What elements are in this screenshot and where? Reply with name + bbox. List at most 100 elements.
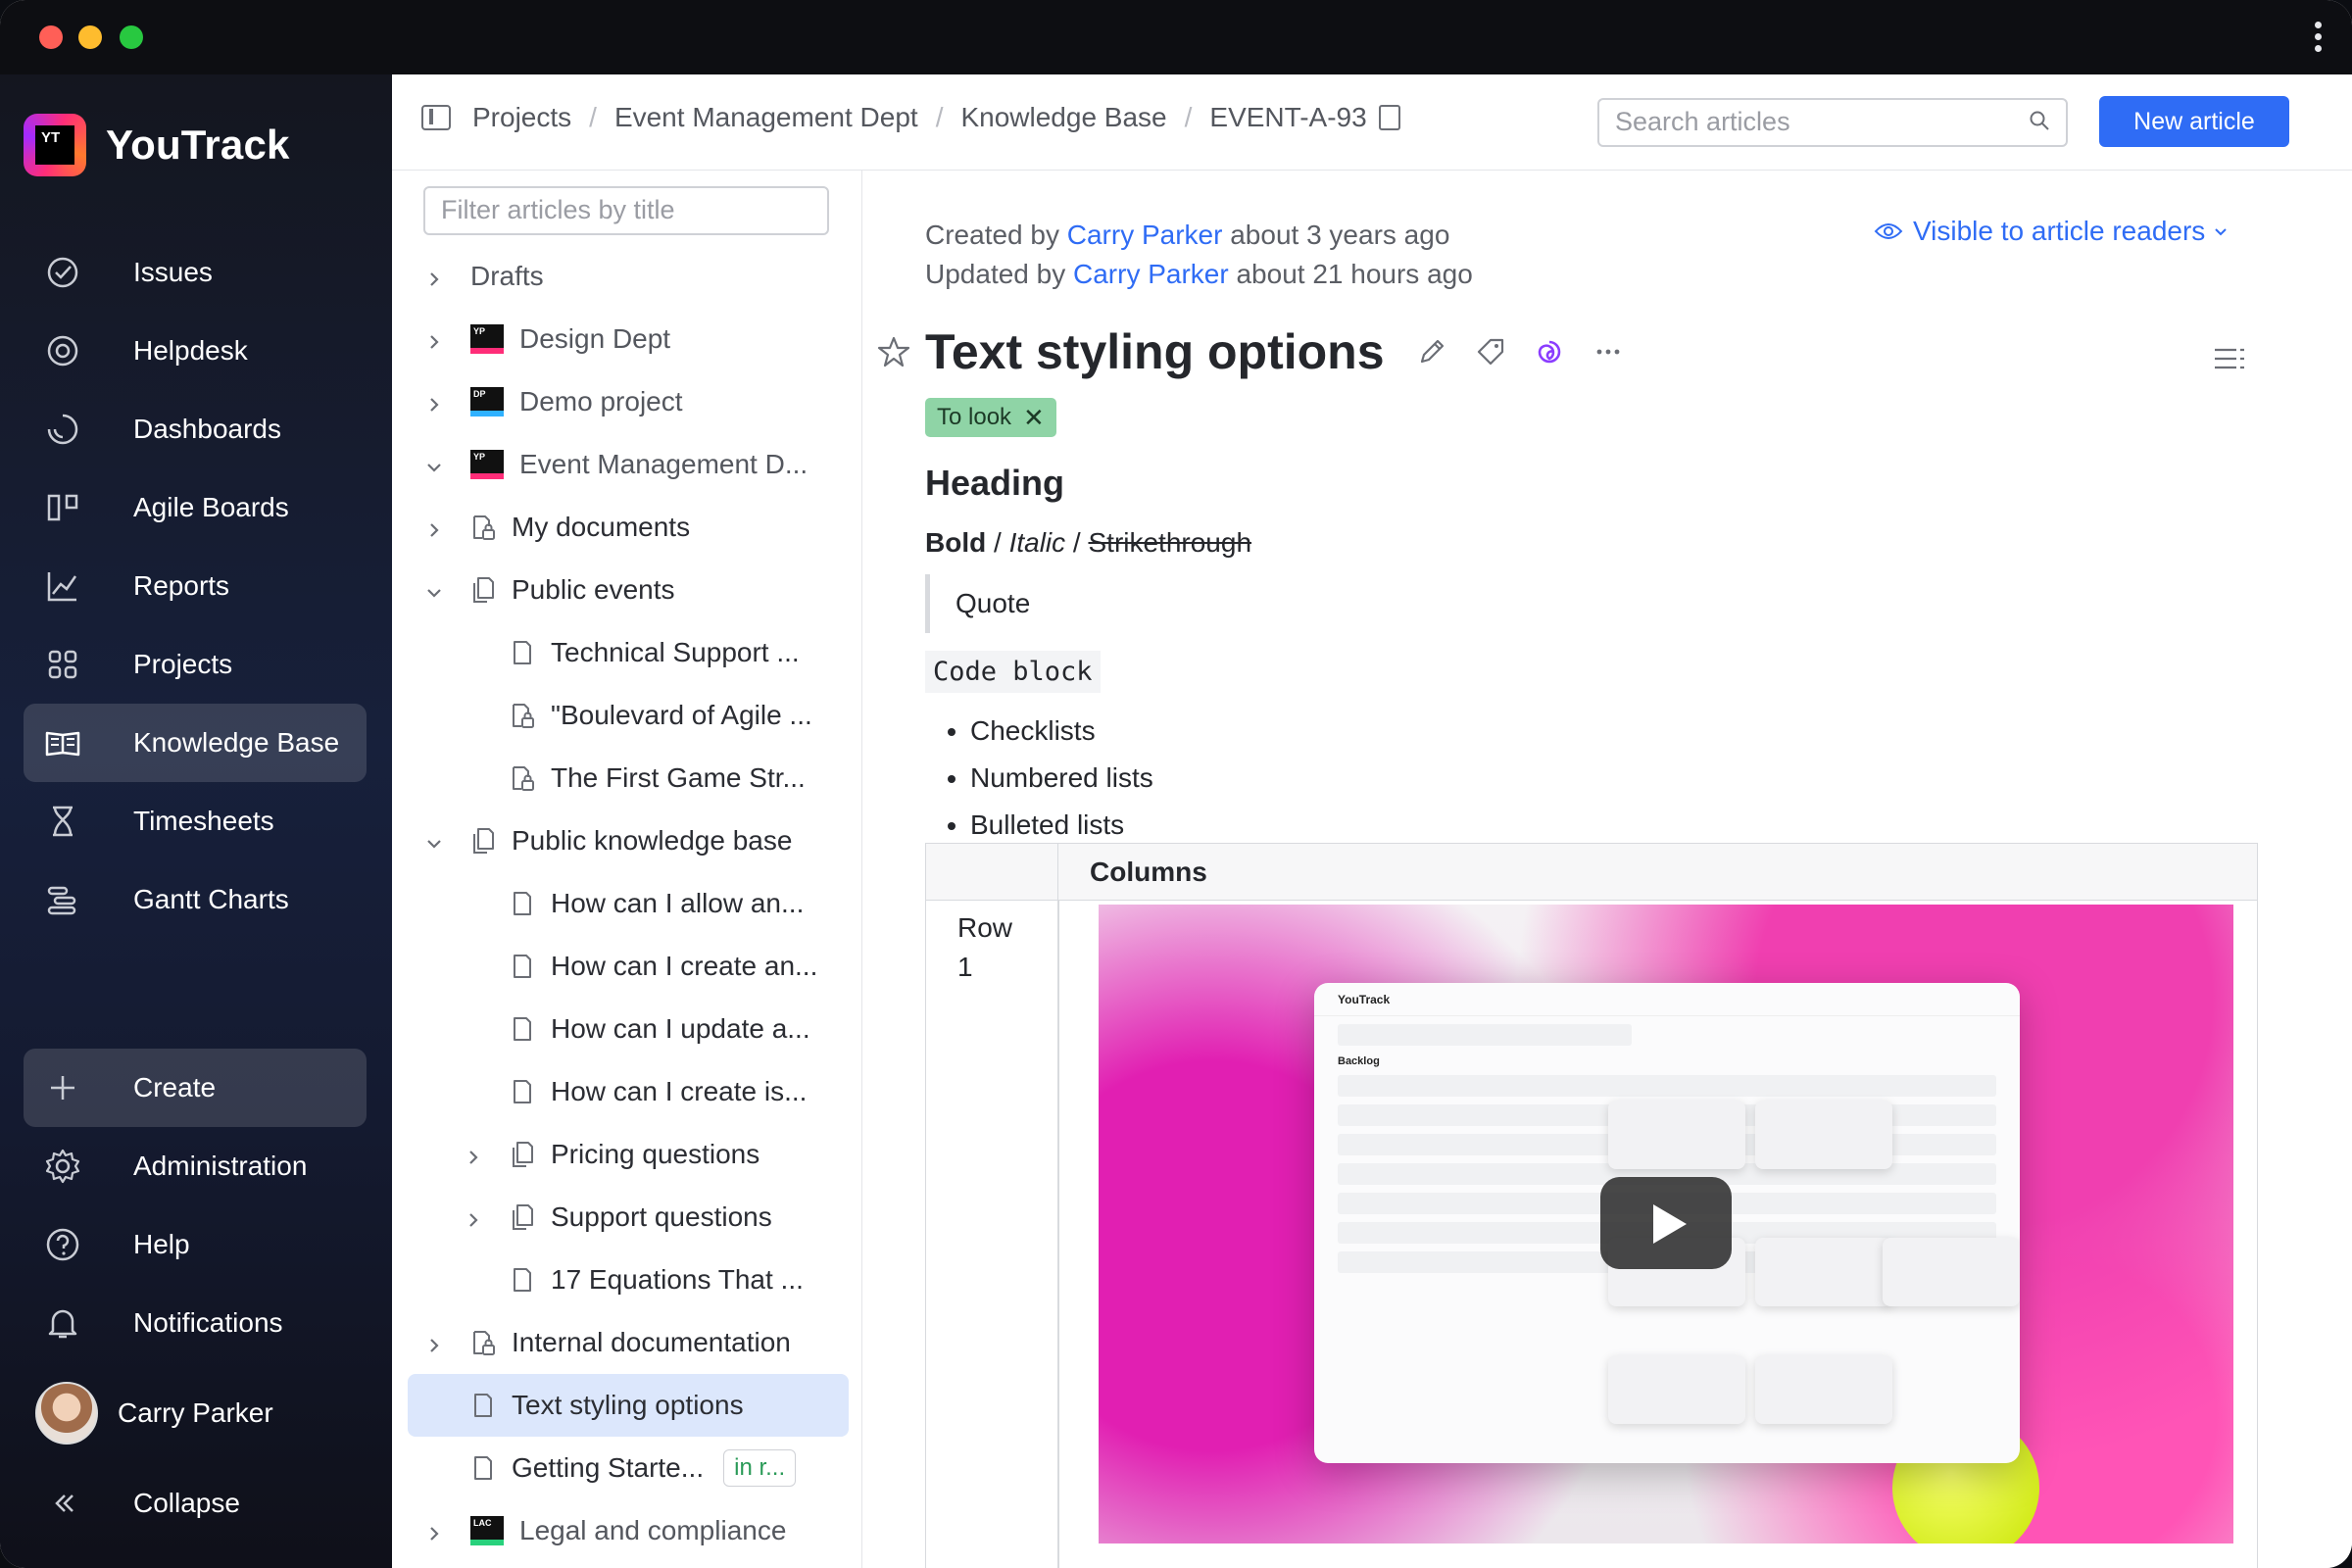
blockquote: Quote: [925, 574, 1030, 633]
window-menu-icon[interactable]: [2313, 22, 2323, 55]
search-input[interactable]: Search articles: [1597, 98, 2068, 147]
tag-chip[interactable]: To look ✕: [925, 398, 1056, 437]
content-table: Columns Row 1 YouTrack Backlog: [925, 843, 2258, 1568]
close-window-button[interactable]: [39, 25, 63, 49]
copy-icon[interactable]: [1378, 105, 1400, 130]
document-icon: [470, 1453, 496, 1483]
tree-item[interactable]: Public events: [408, 559, 849, 621]
filter-placeholder: Filter articles by title: [441, 195, 675, 224]
table-header-cell: Columns: [1057, 844, 1207, 901]
tag-icon[interactable]: [1473, 334, 1508, 369]
chevron-down-icon[interactable]: [423, 454, 445, 475]
sidebar-item-label: Administration: [133, 1151, 308, 1181]
tree-item-label: The First Game Str...: [551, 762, 806, 793]
updated-when: about 21 hours ago: [1236, 259, 1473, 289]
tree-item[interactable]: Technical Support ...: [408, 621, 849, 684]
italic-text: Italic: [1008, 527, 1066, 558]
search-icon: [2030, 111, 2049, 130]
breadcrumb-projects[interactable]: Projects: [472, 102, 571, 133]
sidebar-item-helpdesk[interactable]: Helpdesk: [24, 312, 367, 390]
tree-item[interactable]: Public knowledge base: [408, 809, 849, 872]
chevron-right-icon[interactable]: [423, 516, 445, 538]
toggle-panel-icon[interactable]: [421, 105, 451, 130]
project-icon: DP: [470, 387, 504, 416]
project-icon: LAC: [470, 1516, 504, 1545]
edit-icon[interactable]: [1414, 334, 1449, 369]
sidebar-item-reports[interactable]: Reports: [24, 547, 367, 625]
document-icon: [510, 1077, 535, 1106]
tree-item-label: Public knowledge base: [512, 825, 793, 856]
tree-item[interactable]: "Boulevard of Agile ...: [408, 684, 849, 747]
filter-articles-input[interactable]: Filter articles by title: [423, 186, 829, 235]
tree-item-label: Technical Support ...: [551, 637, 800, 667]
tree-item[interactable]: Getting Starte... in r...: [408, 1437, 849, 1499]
tree-item[interactable]: DP Demo project: [408, 370, 849, 433]
tree-item-label: Legal and compliance: [519, 1515, 787, 1545]
tree-item[interactable]: The First Game Str...: [408, 747, 849, 809]
tree-item[interactable]: LAC Legal and compliance: [408, 1499, 849, 1562]
tree-item[interactable]: How can I allow an...: [408, 872, 849, 935]
created-author-link[interactable]: Carry Parker: [1067, 220, 1223, 250]
chevron-down-icon[interactable]: [423, 830, 445, 852]
tree-item[interactable]: How can I create is...: [408, 1060, 849, 1123]
title-bar: [0, 0, 2352, 74]
mock-app-name: YouTrack: [1338, 992, 1391, 1006]
sidebar-item-timesheets[interactable]: Timesheets: [24, 782, 367, 860]
visibility-dropdown[interactable]: Visible to article readers: [1874, 216, 2229, 247]
tree-item[interactable]: YP Design Dept: [408, 308, 849, 370]
star-icon[interactable]: [876, 334, 911, 369]
user-name: Carry Parker: [118, 1397, 273, 1428]
embedded-video[interactable]: YouTrack Backlog: [1099, 905, 2233, 1544]
tree-item[interactable]: Drafts: [408, 245, 849, 308]
sidebar-item-notifications[interactable]: Notifications: [24, 1284, 367, 1362]
app-logo[interactable]: YT YouTrack: [24, 114, 290, 176]
chevron-right-icon[interactable]: [423, 391, 445, 413]
tree-item[interactable]: 17 Equations That ...: [408, 1249, 849, 1311]
sidebar-item-projects[interactable]: Projects: [24, 625, 367, 704]
sidebar-item-knowledge-base[interactable]: Knowledge Base: [24, 704, 367, 782]
chevron-right-icon[interactable]: [423, 1520, 445, 1542]
collapse-label: Collapse: [133, 1488, 240, 1518]
chevron-right-icon[interactable]: [463, 1206, 484, 1228]
tree-item[interactable]: How can I create an...: [408, 935, 849, 998]
maximize-window-button[interactable]: [120, 25, 143, 49]
tree-item-label: Text styling options: [512, 1390, 744, 1420]
code-block: Code block: [925, 651, 1101, 693]
tree-item[interactable]: Text styling options: [408, 1374, 849, 1437]
sidebar-item-gantt-charts[interactable]: Gantt Charts: [24, 860, 367, 939]
sidebar-item-issues[interactable]: Issues: [24, 233, 367, 312]
collapse-button[interactable]: Collapse: [24, 1464, 367, 1543]
tree-item[interactable]: YP Event Management D...: [408, 433, 849, 496]
chevron-right-icon[interactable]: [423, 1332, 445, 1353]
chevron-right-icon[interactable]: [423, 328, 445, 350]
chevron-down-icon[interactable]: [423, 579, 445, 601]
minimize-window-button[interactable]: [78, 25, 102, 49]
tree-item[interactable]: My documents: [408, 496, 849, 559]
tree-item[interactable]: Internal documentation: [408, 1311, 849, 1374]
locked-document-icon: [510, 763, 535, 793]
chevron-right-icon[interactable]: [423, 266, 445, 287]
new-article-button[interactable]: New article: [2099, 96, 2289, 147]
sidebar-item-administration[interactable]: Administration: [24, 1127, 367, 1205]
tree-item[interactable]: How can I update a...: [408, 998, 849, 1060]
user-profile[interactable]: Carry Parker: [24, 1374, 367, 1452]
remove-tag-icon[interactable]: ✕: [1023, 403, 1045, 433]
sidebar-item-dashboards[interactable]: Dashboards: [24, 390, 367, 468]
tree-item[interactable]: Support questions: [408, 1186, 849, 1249]
tree-item[interactable]: Pricing questions: [408, 1123, 849, 1186]
table-of-contents-icon[interactable]: [2213, 345, 2246, 372]
play-button[interactable]: [1600, 1177, 1732, 1269]
separator: /: [1072, 527, 1081, 558]
more-options-icon[interactable]: [1591, 334, 1626, 369]
breadcrumb-knowledge-base[interactable]: Knowledge Base: [960, 102, 1166, 133]
chevron-right-icon[interactable]: [463, 1144, 484, 1165]
tree-item-label: Getting Starte...: [512, 1452, 705, 1483]
updated-author-link[interactable]: Carry Parker: [1073, 259, 1229, 289]
sidebar-item-create[interactable]: Create: [24, 1049, 367, 1127]
ai-assistant-icon[interactable]: [1532, 334, 1567, 369]
sidebar-item-help[interactable]: Help: [24, 1205, 367, 1284]
breadcrumb-project[interactable]: Event Management Dept: [614, 102, 918, 133]
project-badge-text: LAC: [473, 1518, 492, 1528]
sidebar-item-agile-boards[interactable]: Agile Boards: [24, 468, 367, 547]
